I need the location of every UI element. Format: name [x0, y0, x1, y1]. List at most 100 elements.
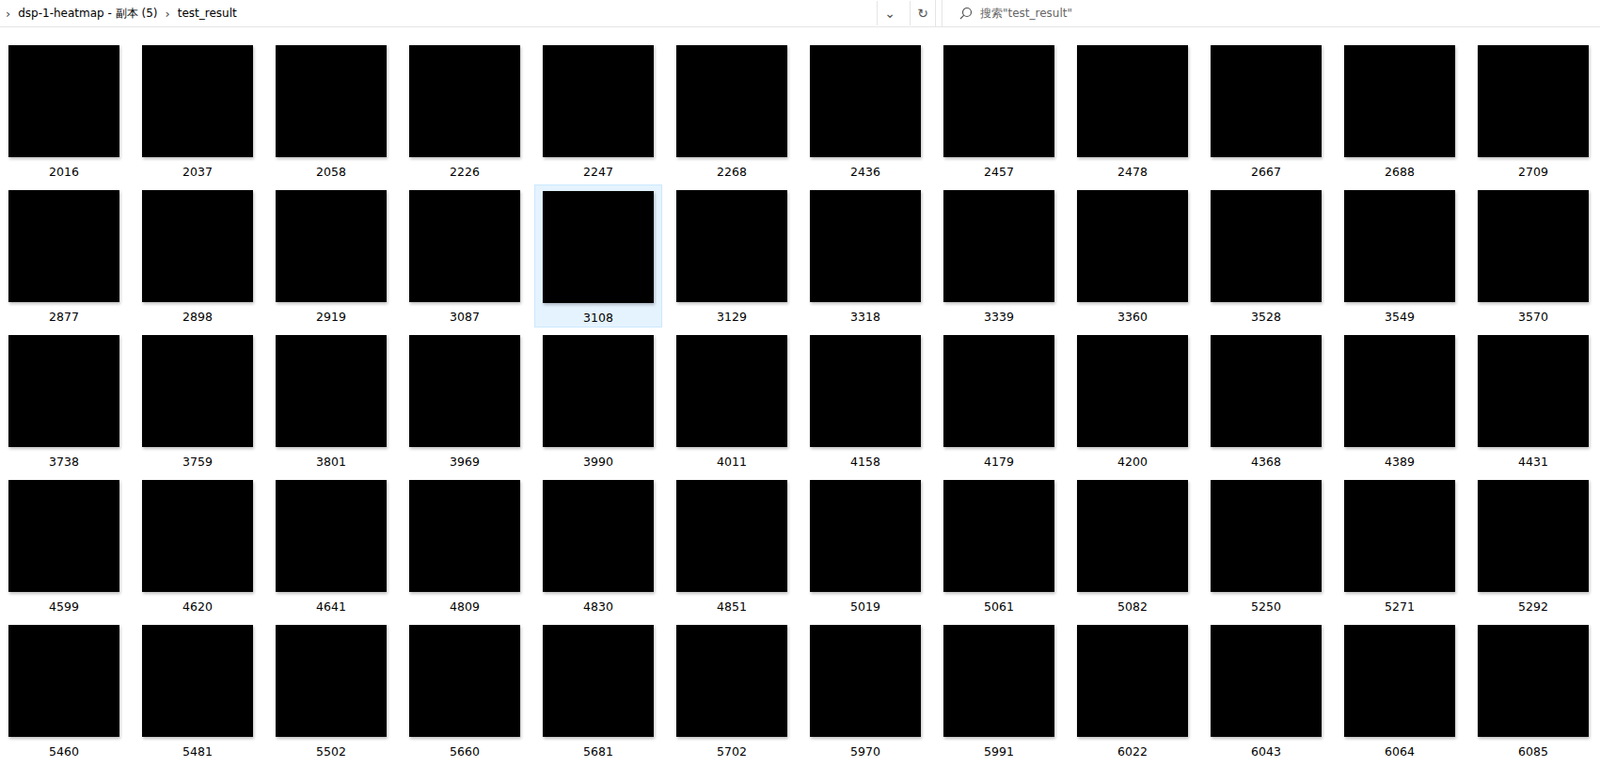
file-thumbnail: [275, 479, 387, 592]
file-tile[interactable]: 2688: [1335, 39, 1464, 183]
file-tile[interactable]: 5019: [801, 474, 930, 618]
file-name: 6085: [1518, 744, 1549, 760]
file-tile[interactable]: 5660: [400, 618, 529, 762]
breadcrumb-item[interactable]: dsp-1-heatmap - 副本 (5): [17, 5, 158, 22]
file-tile[interactable]: 3801: [267, 329, 396, 473]
file-name: 2436: [850, 164, 881, 180]
file-tile[interactable]: 5250: [1202, 474, 1331, 618]
file-tile[interactable]: 5502: [267, 618, 396, 762]
file-name: 3339: [983, 309, 1014, 325]
file-name: 2037: [182, 164, 213, 180]
file-thumbnail: [1210, 479, 1322, 592]
file-tile[interactable]: 4830: [534, 474, 663, 618]
file-tile[interactable]: 4011: [667, 329, 796, 473]
file-tile[interactable]: 3738: [0, 329, 128, 473]
file-tile[interactable]: 4431: [1469, 329, 1598, 473]
file-tile[interactable]: 4641: [267, 474, 396, 618]
file-name: 2016: [48, 164, 80, 180]
file-name: 5991: [983, 744, 1014, 760]
file-name: 4809: [449, 599, 480, 615]
file-tile[interactable]: 4809: [400, 474, 529, 618]
file-tile[interactable]: 2478: [1068, 39, 1197, 183]
file-name: 5502: [316, 744, 347, 760]
file-name: 2247: [583, 164, 614, 180]
address-dropdown-button[interactable]: ⌄: [876, 0, 903, 26]
file-tile[interactable]: 3339: [934, 184, 1063, 328]
file-thumbnail: [275, 45, 387, 158]
file-tile[interactable]: 3318: [801, 184, 930, 328]
file-name: 4620: [182, 599, 213, 615]
file-thumbnail: [8, 624, 120, 737]
file-tile[interactable]: 3087: [400, 184, 529, 328]
search-box[interactable]: 搜索"test_result": [941, 0, 1600, 27]
file-thumbnail: [943, 45, 1055, 158]
file-thumbnail: [275, 334, 387, 447]
file-tile[interactable]: 2016: [0, 39, 128, 183]
file-tile[interactable]: 2457: [934, 39, 1063, 183]
file-tile[interactable]: 4158: [801, 329, 930, 473]
file-tile[interactable]: 5970: [801, 618, 930, 762]
file-tile[interactable]: 6085: [1469, 618, 1598, 762]
file-tile[interactable]: 5681: [534, 618, 663, 762]
file-tile[interactable]: 2436: [801, 39, 930, 183]
file-tile[interactable]: 6022: [1068, 618, 1197, 762]
file-tile[interactable]: 2919: [267, 184, 396, 328]
file-tile[interactable]: 3108: [534, 184, 663, 328]
file-thumbnail: [943, 479, 1055, 592]
file-tile[interactable]: 3990: [534, 329, 663, 473]
file-tile[interactable]: 4368: [1202, 329, 1331, 473]
file-tile[interactable]: 4620: [133, 474, 262, 618]
file-name: 3549: [1384, 309, 1415, 325]
file-tile[interactable]: 4599: [0, 474, 128, 618]
file-tile[interactable]: 4200: [1068, 329, 1197, 473]
breadcrumb-item[interactable]: test_result: [177, 6, 238, 20]
file-name: 4179: [983, 454, 1014, 470]
breadcrumb-separator[interactable]: ›: [164, 6, 170, 21]
address-bar[interactable]: › dsp-1-heatmap - 副本 (5)› test_result ⌄ …: [0, 0, 936, 27]
file-tile[interactable]: 5481: [133, 618, 262, 762]
refresh-button[interactable]: ↻: [909, 0, 935, 26]
file-tile[interactable]: 2877: [0, 184, 128, 328]
file-tile[interactable]: 5460: [0, 618, 128, 762]
file-name: 5082: [1117, 599, 1148, 615]
file-tile[interactable]: 4389: [1335, 329, 1464, 473]
file-tile[interactable]: 2058: [267, 39, 396, 183]
file-tile[interactable]: 5271: [1335, 474, 1464, 618]
file-name: 4830: [583, 599, 614, 615]
file-tile[interactable]: 6064: [1335, 618, 1464, 762]
file-tile[interactable]: 5292: [1469, 474, 1598, 618]
file-name: 4851: [716, 599, 747, 615]
file-tile[interactable]: 6043: [1202, 618, 1331, 762]
file-name: 5660: [449, 744, 480, 760]
file-tile[interactable]: 5702: [667, 618, 796, 762]
file-tile[interactable]: 3360: [1068, 184, 1197, 328]
file-tile[interactable]: 3759: [133, 329, 262, 473]
file-thumbnail: [1077, 45, 1189, 158]
file-name: 4641: [316, 599, 347, 615]
file-thumbnail: [142, 334, 254, 447]
file-grid: 2016 2037 2058 2226 2247 2268 2436 2457 …: [0, 27, 1600, 762]
file-tile[interactable]: 2268: [667, 39, 796, 183]
file-name: 4011: [716, 454, 747, 470]
file-tile[interactable]: 3549: [1335, 184, 1464, 328]
file-thumbnail: [8, 45, 120, 158]
file-tile[interactable]: 2037: [133, 39, 262, 183]
file-thumbnail: [1077, 624, 1189, 737]
file-tile[interactable]: 2226: [400, 39, 529, 183]
file-thumbnail: [676, 479, 788, 592]
file-tile[interactable]: 3129: [667, 184, 796, 328]
file-tile[interactable]: 5082: [1068, 474, 1197, 618]
file-tile[interactable]: 2247: [534, 39, 663, 183]
file-tile[interactable]: 2709: [1469, 39, 1598, 183]
file-thumbnail: [809, 479, 921, 592]
file-tile[interactable]: 2667: [1202, 39, 1331, 183]
file-tile[interactable]: 3969: [400, 329, 529, 473]
file-tile[interactable]: 5061: [934, 474, 1063, 618]
file-tile[interactable]: 2898: [133, 184, 262, 328]
file-tile[interactable]: 4851: [667, 474, 796, 618]
file-tile[interactable]: 5991: [934, 618, 1063, 762]
file-tile[interactable]: 3570: [1469, 184, 1598, 328]
file-tile[interactable]: 4179: [934, 329, 1063, 473]
file-tile[interactable]: 3528: [1202, 184, 1331, 328]
breadcrumb-separator[interactable]: ›: [5, 6, 11, 21]
